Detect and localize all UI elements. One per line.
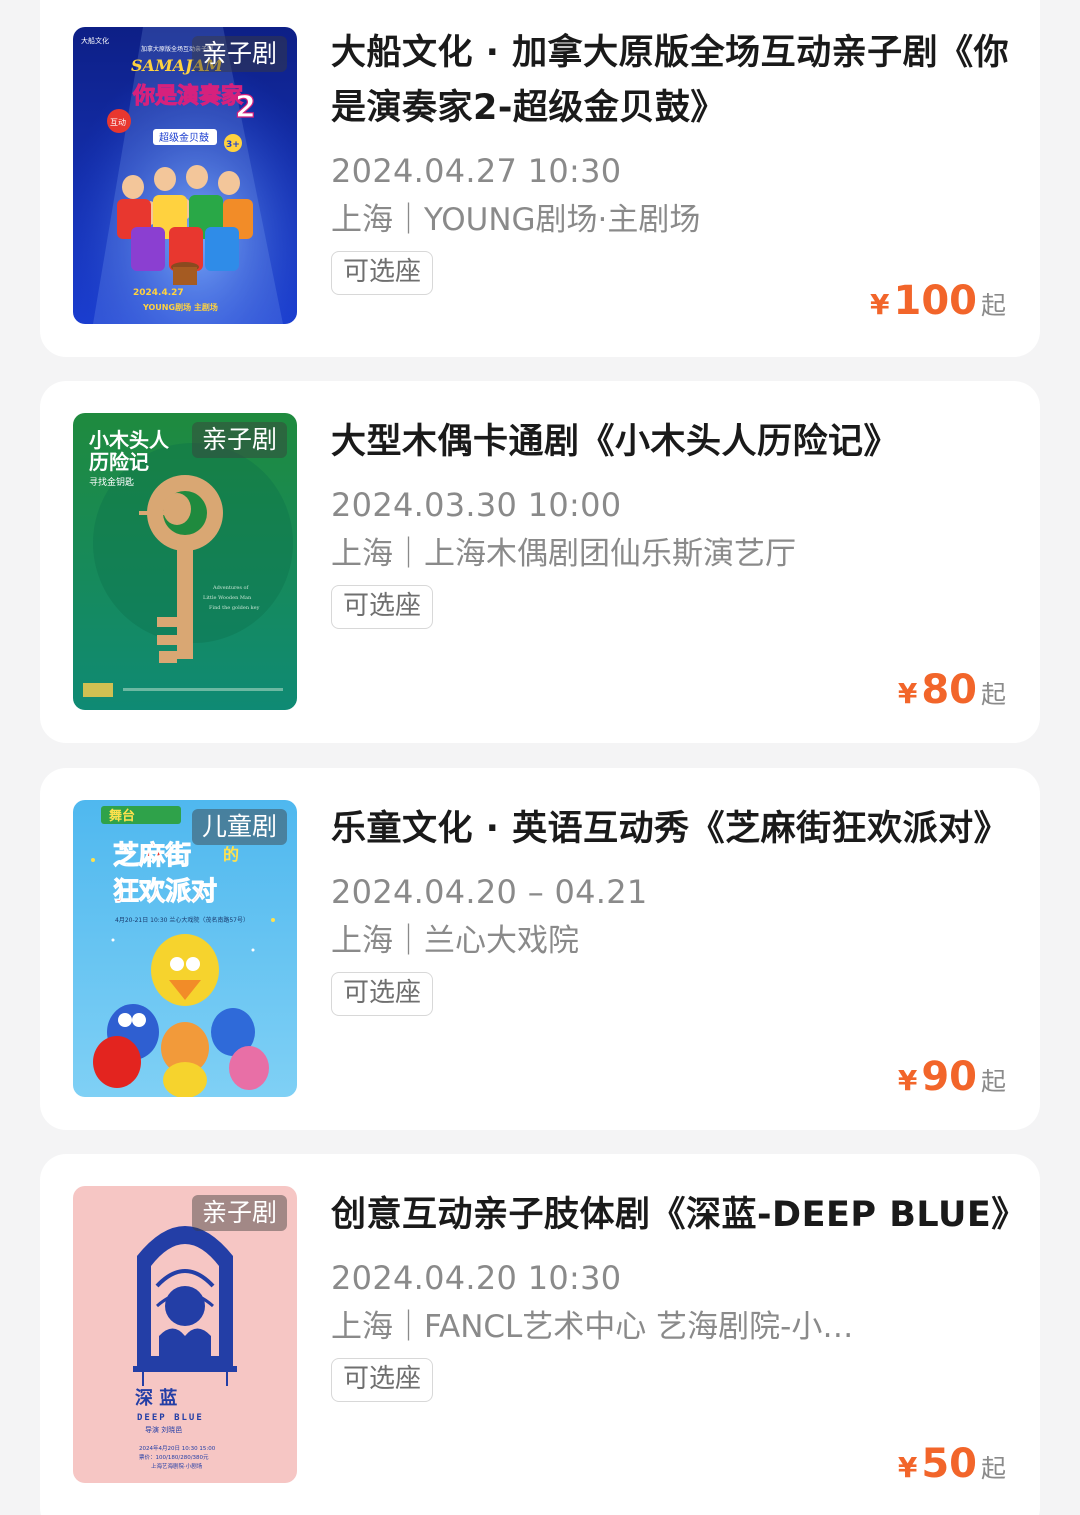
price-suffix: 起 [980,1067,1006,1096]
poster-title-number: 2 [235,90,256,125]
show-info: 大型木偶卡通剧《小木头人历险记》 2024.03.30 10:00 上海｜上海木… [331,415,1010,629]
price-currency: ¥ [897,677,918,710]
poster-age: 3+ [226,140,240,150]
poster-corner-brand: 大船文化 [81,36,109,45]
price-suffix: 起 [980,291,1006,320]
show-price: ¥80 起 [898,667,1006,713]
poster-venue: 上海艺海剧院·小剧场 [151,1462,203,1470]
show-title[interactable]: 大船文化 · 加拿大原版全场互动亲子剧《你是演奏家2-超级金贝鼓》 [331,26,1010,136]
show-date: 2024.04.27 10:30 [331,152,622,190]
poster-title: 深 蓝 [135,1387,177,1409]
poster-english-title: DEEP BLUE [137,1413,204,1423]
show-date: 2024.04.20 10:30 [331,1259,622,1297]
show-info: 创意互动亲子肢体剧《深蓝-DEEP BLUE》 2024.04.20 10:30… [331,1188,1026,1402]
show-price: ¥90 起 [898,1054,1006,1100]
price-currency: ¥ [897,1064,918,1097]
show-venue: 上海｜兰心大戏院 [331,923,579,959]
show-date: 2024.04.20 – 04.21 [331,873,648,911]
poster-credit: 导演 刘晓邑 [145,1425,182,1434]
show-title[interactable]: 大型木偶卡通剧《小木头人历险记》 [331,415,1010,470]
poster-info: 4月20-21日 10:30 兰心大戏院（茂名南路57号） [115,916,249,924]
show-info: 乐童文化 · 英语互动秀《芝麻街狂欢派对》 2024.04.20 – 04.21… [331,802,1010,1016]
poster-title-line1: 小木头人 [89,428,170,452]
poster-title-line1: 芝麻街 [113,841,191,871]
seat-selectable-badge: 可选座 [331,585,434,629]
poster-english-line1: Adventures of [212,585,250,591]
poster-price: 票价：100/180/280/380元 [139,1454,209,1461]
show-venue: 上海｜上海木偶剧团仙乐斯演艺厅 [331,536,796,572]
category-tag: 亲子剧 [191,422,287,458]
poster-date: 2024.4.27 [133,288,184,298]
poster-date: 2024年4月20日 10:30 15:00 [139,1444,216,1452]
show-poster[interactable]: 大船文化 加拿大原版全场互动亲子剧 SAMAJAM 你是演奏家 2 超级金贝鼓 … [73,27,297,324]
poster-subtitle: 超级金贝鼓 [159,131,209,144]
show-title[interactable]: 创意互动亲子肢体剧《深蓝-DEEP BLUE》 [331,1188,1026,1243]
category-tag: 亲子剧 [191,36,287,72]
seat-selectable-badge: 可选座 [331,251,434,295]
category-tag: 儿童剧 [191,809,287,845]
poster-badge: 互动 [110,117,126,127]
show-price: ¥50 起 [898,1441,1006,1487]
price-value: 50 [921,1441,977,1487]
seat-selectable-badge: 可选座 [331,1358,434,1402]
price-currency: ¥ [870,288,890,321]
poster-english-line3: Find the golden key [209,605,260,611]
show-venue: 上海｜FANCL艺术中心 艺海剧院-小… [331,1309,854,1345]
show-poster[interactable]: 小木头人 历险记 寻找金钥匙 Adventures of Little Wood… [73,413,297,710]
poster-title: 你是演奏家 [132,83,244,109]
poster-top-text: 舞台 [108,808,135,824]
poster-venue: YOUNG剧场 主剧场 [142,302,218,312]
show-card[interactable]: 大船文化 加拿大原版全场互动亲子剧 SAMAJAM 你是演奏家 2 超级金贝鼓 … [40,0,1040,357]
price-suffix: 起 [980,1454,1006,1483]
price-value: 100 [893,278,977,324]
show-card[interactable]: 深 蓝 DEEP BLUE 导演 刘晓邑 2024年4月20日 10:30 15… [40,1154,1040,1515]
category-tag: 亲子剧 [191,1195,287,1231]
poster-title-line2: 历险记 [89,450,149,474]
show-date: 2024.03.30 10:00 [331,486,622,524]
poster-english-line2: Little Wooden Man [203,595,252,601]
show-title[interactable]: 乐童文化 · 英语互动秀《芝麻街狂欢派对》 [331,802,1010,857]
price-currency: ¥ [897,1451,918,1484]
show-card[interactable]: 舞台 芝麻街 的 狂欢派对 4月20-21日 10:30 兰心大戏院（茂名南路5… [40,768,1040,1130]
poster-title-particle: 的 [223,845,239,864]
show-price: ¥100 起 [870,278,1006,324]
poster-title-line2: 狂欢派对 [113,877,217,907]
show-venue: 上海｜YOUNG剧场·主剧场 [331,202,701,238]
show-list: 大船文化 加拿大原版全场互动亲子剧 SAMAJAM 你是演奏家 2 超级金贝鼓 … [0,0,1080,1515]
price-suffix: 起 [980,680,1006,709]
price-value: 90 [921,1054,977,1100]
show-poster[interactable]: 深 蓝 DEEP BLUE 导演 刘晓邑 2024年4月20日 10:30 15… [73,1186,297,1483]
show-card[interactable]: 小木头人 历险记 寻找金钥匙 Adventures of Little Wood… [40,381,1040,743]
show-info: 大船文化 · 加拿大原版全场互动亲子剧《你是演奏家2-超级金贝鼓》 2024.0… [331,26,1010,295]
show-poster[interactable]: 舞台 芝麻街 的 狂欢派对 4月20-21日 10:30 兰心大戏院（茂名南路5… [73,800,297,1097]
seat-selectable-badge: 可选座 [331,972,434,1016]
price-value: 80 [921,667,977,713]
poster-subtitle: 寻找金钥匙 [89,476,134,488]
